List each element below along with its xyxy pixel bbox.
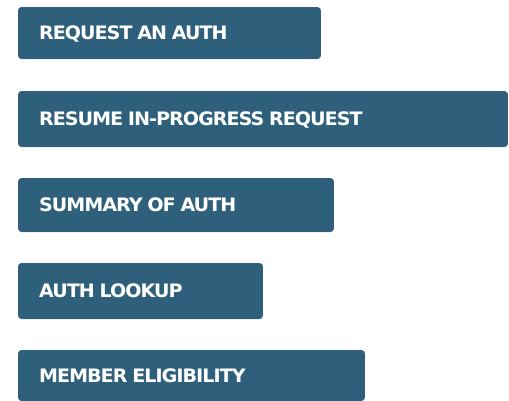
member-eligibility-button[interactable]: MEMBER ELIGIBILITY <box>18 350 365 401</box>
auth-lookup-button[interactable]: AUTH LOOKUP <box>18 263 263 319</box>
auth-menu: REQUEST AN AUTH RESUME IN-PROGRESS REQUE… <box>0 0 509 401</box>
resume-in-progress-request-button[interactable]: RESUME IN-PROGRESS REQUEST <box>18 91 508 147</box>
summary-of-auth-button[interactable]: SUMMARY OF AUTH <box>18 178 334 232</box>
request-an-auth-button[interactable]: REQUEST AN AUTH <box>18 7 321 59</box>
